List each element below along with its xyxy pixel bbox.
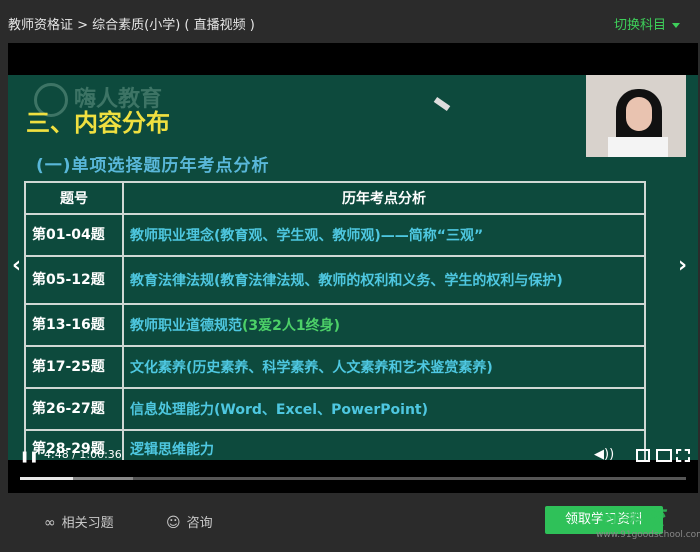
next-slide-icon[interactable]: › bbox=[678, 253, 687, 278]
table-header-number: 题号 bbox=[24, 181, 124, 215]
row-desc: 信息处理能力(Word、Excel、PowerPoint) bbox=[122, 387, 646, 431]
top-bar: 教师资格证 > 综合素质(小学) ( 直播视频 ) 切换科目 bbox=[0, 0, 700, 42]
presenter-shirt bbox=[608, 137, 668, 157]
volume-icon[interactable]: ◀)) bbox=[594, 447, 614, 462]
consult-label: 咨询 bbox=[186, 516, 213, 531]
slide-heading: 三、内容分布 bbox=[26, 109, 170, 137]
related-exercises-link[interactable]: ∞ 相关习题 bbox=[44, 512, 114, 531]
row-number: 第13-16题 bbox=[24, 303, 124, 347]
switch-subject-button[interactable]: 切换科目 bbox=[614, 14, 680, 33]
infinity-icon: ∞ bbox=[44, 515, 56, 531]
video-player[interactable]: 嗨人教育 三、内容分布 (一)单项选择题历年考点分析 题号 历年考点分析 第01… bbox=[8, 43, 698, 493]
theater-mode-icon[interactable] bbox=[656, 449, 672, 462]
slide-subheading: (一)单项选择题历年考点分析 bbox=[36, 156, 270, 176]
progress-bar[interactable] bbox=[20, 477, 686, 480]
playback-time: 4:48 / 1:00:36 bbox=[44, 448, 122, 461]
watermark-logo: 好学校 bbox=[598, 506, 665, 531]
table-row: 第05-12题 教育法律法规(教育法律法规、教师的权利和义务、学生的权利与保护) bbox=[24, 255, 646, 305]
consult-link[interactable]: ☺ 咨询 bbox=[166, 512, 213, 531]
row-number: 第17-25题 bbox=[24, 345, 124, 389]
slide-video[interactable]: 嗨人教育 三、内容分布 (一)单项选择题历年考点分析 题号 历年考点分析 第01… bbox=[8, 75, 698, 460]
table-row: 第01-04题 教师职业理念(教育观、学生观、教师观)——简称“三观” bbox=[24, 213, 646, 257]
picture-in-picture-icon[interactable] bbox=[636, 449, 650, 462]
row-number: 第05-12题 bbox=[24, 255, 124, 305]
related-exercises-label: 相关习题 bbox=[61, 516, 114, 531]
row-desc-accent: (3爱2人1终身) bbox=[242, 318, 341, 334]
bottom-bar: ∞ 相关习题 ☺ 咨询 领取学习资料 好学校 www.91goodschool.co… bbox=[0, 500, 700, 552]
table-row: 第26-27题 信息处理能力(Word、Excel、PowerPoint) bbox=[24, 387, 646, 431]
row-desc: 教育法律法规(教育法律法规、教师的权利和义务、学生的权利与保护) bbox=[122, 255, 646, 305]
player-controls: ❚❚ 4:48 / 1:00:36 ◀)) bbox=[8, 441, 698, 493]
row-desc: 教师职业理念(教育观、学生观、教师观)——简称“三观” bbox=[122, 213, 646, 257]
row-desc: 教师职业道德规范 bbox=[130, 318, 242, 334]
prev-slide-icon[interactable]: ‹ bbox=[12, 253, 21, 278]
row-desc: 文化素养(历史素养、科学素养、人文素养和艺术鉴赏素养) bbox=[122, 345, 646, 389]
progress-fill bbox=[20, 477, 74, 480]
webcam-overlay bbox=[586, 75, 686, 157]
fullscreen-icon[interactable] bbox=[676, 449, 690, 462]
chevron-down-icon bbox=[672, 23, 680, 28]
table-row: 第13-16题 教师职业道德规范(3爱2人1终身) bbox=[24, 303, 646, 347]
row-number: 第26-27题 bbox=[24, 387, 124, 431]
topics-table: 题号 历年考点分析 第01-04题 教师职业理念(教育观、学生观、教师观)——简… bbox=[24, 181, 646, 460]
switch-subject-label: 切换科目 bbox=[613, 18, 666, 33]
presenter-face bbox=[626, 97, 652, 131]
table-header-analysis: 历年考点分析 bbox=[122, 181, 646, 215]
row-desc-container: 教师职业道德规范(3爱2人1终身) bbox=[122, 303, 646, 347]
row-number: 第01-04题 bbox=[24, 213, 124, 257]
chat-icon: ☺ bbox=[166, 515, 181, 531]
table-row: 第17-25题 文化素养(历史素养、科学素养、人文素养和艺术鉴赏素养) bbox=[24, 345, 646, 389]
watermark-url: www.91goodschool.com bbox=[596, 530, 700, 540]
pen-cursor-icon bbox=[433, 96, 451, 112]
breadcrumb[interactable]: 教师资格证 > 综合素质(小学) ( 直播视频 ) bbox=[8, 14, 255, 33]
pause-icon[interactable]: ❚❚ bbox=[20, 450, 38, 463]
